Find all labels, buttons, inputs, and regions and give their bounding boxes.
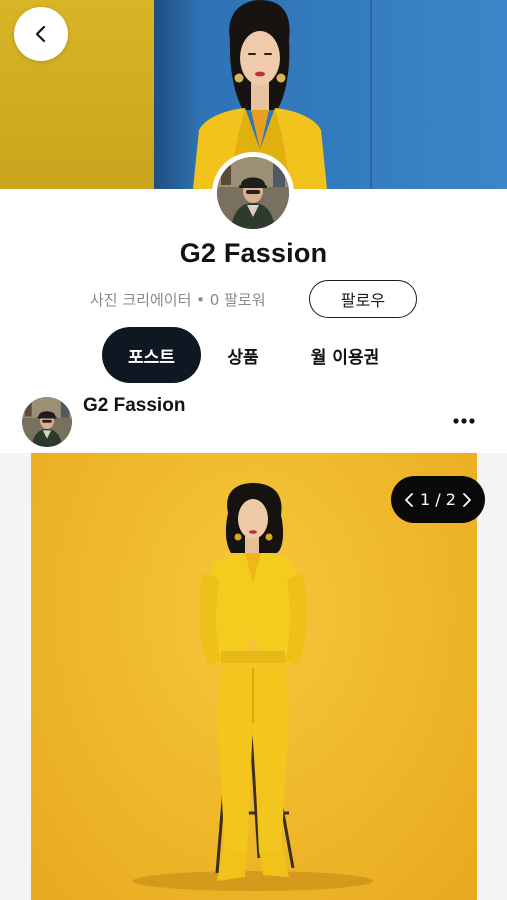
- pager-prev-button[interactable]: [404, 492, 414, 508]
- pager-count: 1 / 2: [420, 490, 456, 509]
- image-pager: 1 / 2: [391, 476, 485, 523]
- profile-stats: 사진 크리에이터 • 0 팔로워: [90, 289, 266, 310]
- profile-name: G2 Fassion: [179, 238, 328, 268]
- tab-products[interactable]: 상품: [211, 327, 275, 383]
- post-author-avatar[interactable]: [22, 397, 72, 447]
- avatar-photo: [22, 397, 72, 447]
- separator-dot: •: [196, 291, 206, 309]
- chevron-right-icon: [463, 492, 471, 507]
- more-options-button[interactable]: [450, 413, 478, 429]
- more-horizontal-icon: [453, 418, 475, 424]
- profile-avatar[interactable]: [212, 152, 294, 234]
- follower-count: 0 팔로워: [209, 291, 266, 309]
- chevron-left-icon: [405, 492, 413, 507]
- profile-tabs: 포스트 상품 월 이용권: [0, 327, 507, 383]
- pager-current: 1: [420, 490, 431, 509]
- avatar-photo: [217, 157, 289, 229]
- tab-monthly-pass[interactable]: 월 이용권: [290, 327, 400, 383]
- creator-profile-page: G2 Fassion 사진 크리에이터 • 0 팔로워 팔로우 포스트 상품 월…: [0, 0, 507, 900]
- creator-category: 사진 크리에이터: [90, 291, 192, 309]
- back-button[interactable]: [14, 7, 68, 61]
- profile-meta: 사진 크리에이터 • 0 팔로워 팔로우: [0, 280, 507, 318]
- post-author-name[interactable]: G2 Fassion: [83, 395, 185, 417]
- follow-button[interactable]: 팔로우: [309, 280, 417, 318]
- pager-next-button[interactable]: [462, 492, 472, 508]
- pager-total: 2: [445, 490, 456, 509]
- chevron-left-icon: [35, 25, 46, 43]
- pager-separator: /: [435, 490, 441, 509]
- post-header: G2 Fassion: [0, 393, 507, 451]
- tab-posts[interactable]: 포스트: [102, 327, 201, 383]
